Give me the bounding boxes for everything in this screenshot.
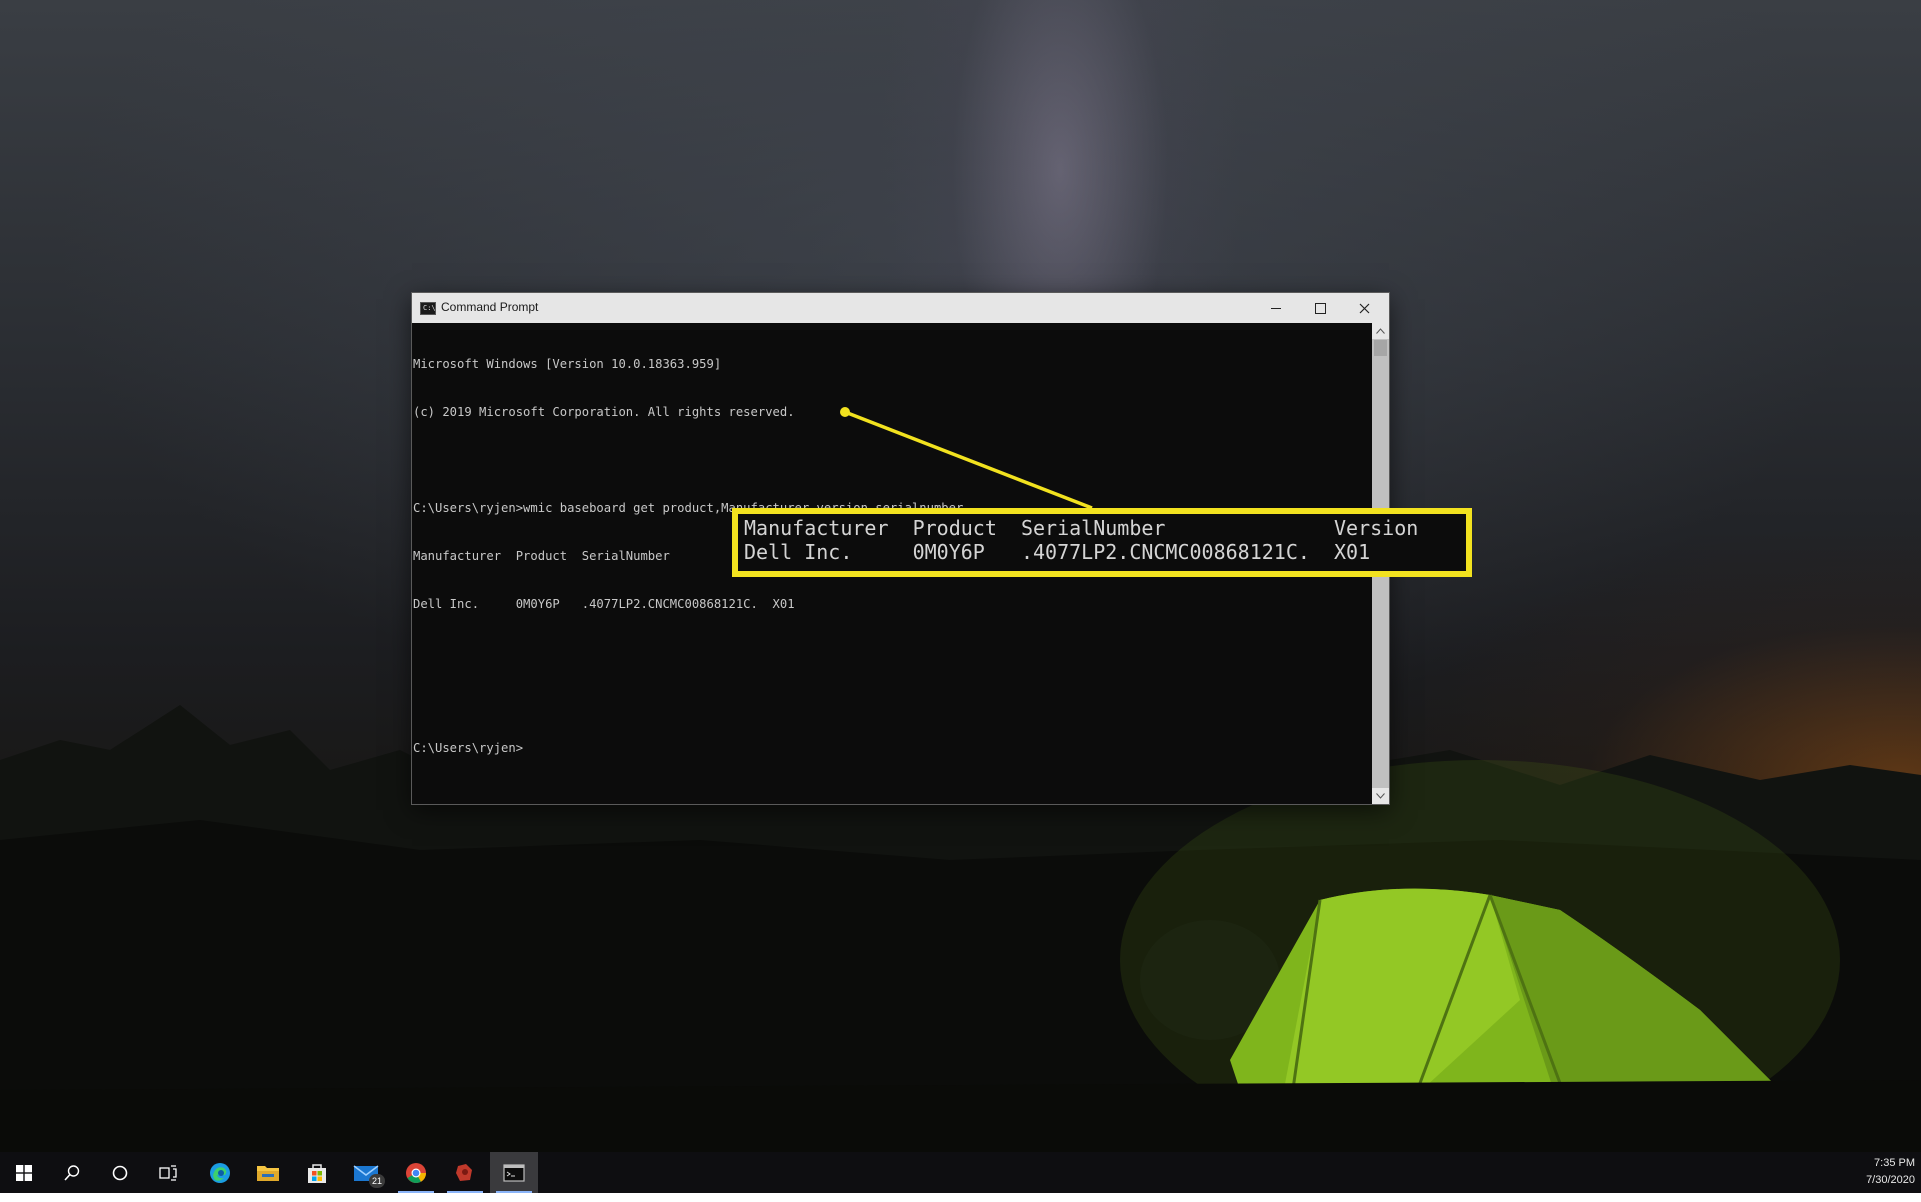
running-indicator (447, 1191, 483, 1193)
edge-icon (210, 1162, 230, 1183)
maximize-icon (1314, 302, 1326, 314)
command-prompt-button[interactable] (490, 1152, 538, 1193)
minimize-icon (1271, 307, 1281, 309)
edge-button[interactable] (196, 1152, 244, 1193)
minimize-button[interactable] (1254, 293, 1298, 323)
title-bar[interactable]: C:\ Command Prompt (412, 293, 1389, 323)
taskbar: 21 7:35 PM 7/30/2020 (0, 1152, 1921, 1193)
app-icon-glyph: C:\ (423, 304, 436, 312)
chrome-icon (406, 1162, 427, 1183)
scroll-thumb[interactable] (1374, 340, 1387, 356)
folder-icon (257, 1165, 279, 1181)
desktop: C:\ Command Prompt Microsoft Windows [Ve… (0, 0, 1921, 1193)
callout-zoom-box: Manufacturer Product SerialNumber Versio… (732, 508, 1472, 577)
command-prompt-app-icon: C:\ (420, 302, 436, 315)
cortana-button[interactable] (96, 1152, 144, 1193)
callout-row: Dell Inc. 0M0Y6P .4077LP2.CNCMC00868121C… (744, 540, 1371, 564)
console-table-row: Dell Inc. 0M0Y6P .4077LP2.CNCMC00868121C… (413, 597, 795, 611)
search-button[interactable] (48, 1152, 96, 1193)
task-view-button[interactable] (144, 1152, 192, 1193)
store-button[interactable] (293, 1152, 341, 1193)
maximize-button[interactable] (1298, 293, 1342, 323)
chevron-down-icon (1376, 793, 1385, 799)
callout-header: Manufacturer Product SerialNumber Versio… (744, 516, 1419, 540)
scroll-up-button[interactable] (1372, 323, 1389, 339)
close-button[interactable] (1342, 293, 1386, 323)
mail-unread-badge: 21 (369, 1174, 385, 1188)
circle-icon (112, 1165, 128, 1180)
console-prompt[interactable]: C:\Users\ryjen> (413, 740, 1372, 756)
running-indicator (496, 1191, 532, 1193)
search-icon (64, 1164, 80, 1181)
app-button[interactable] (441, 1152, 489, 1193)
file-explorer-button[interactable] (244, 1152, 292, 1193)
console-line: Microsoft Windows [Version 10.0.18363.95… (413, 357, 722, 371)
scroll-down-button[interactable] (1372, 788, 1389, 804)
chrome-button[interactable] (392, 1152, 440, 1193)
system-clock[interactable]: 7:35 PM 7/30/2020 (1845, 1155, 1915, 1191)
console-line: (c) 2019 Microsoft Corporation. All righ… (413, 405, 795, 419)
close-icon (1359, 303, 1369, 313)
terminal-icon (503, 1163, 525, 1182)
store-bag-icon (308, 1163, 326, 1183)
windows-logo-icon (16, 1164, 32, 1181)
running-indicator (398, 1191, 434, 1193)
mail-button[interactable]: 21 (342, 1152, 390, 1193)
clock-date: 7/30/2020 (1866, 1174, 1915, 1186)
start-button[interactable] (0, 1152, 48, 1193)
red-app-icon (456, 1163, 472, 1181)
task-view-icon (159, 1164, 177, 1181)
chevron-up-icon (1376, 328, 1385, 334)
window-title: Command Prompt (441, 300, 539, 314)
clock-time: 7:35 PM (1874, 1157, 1915, 1169)
